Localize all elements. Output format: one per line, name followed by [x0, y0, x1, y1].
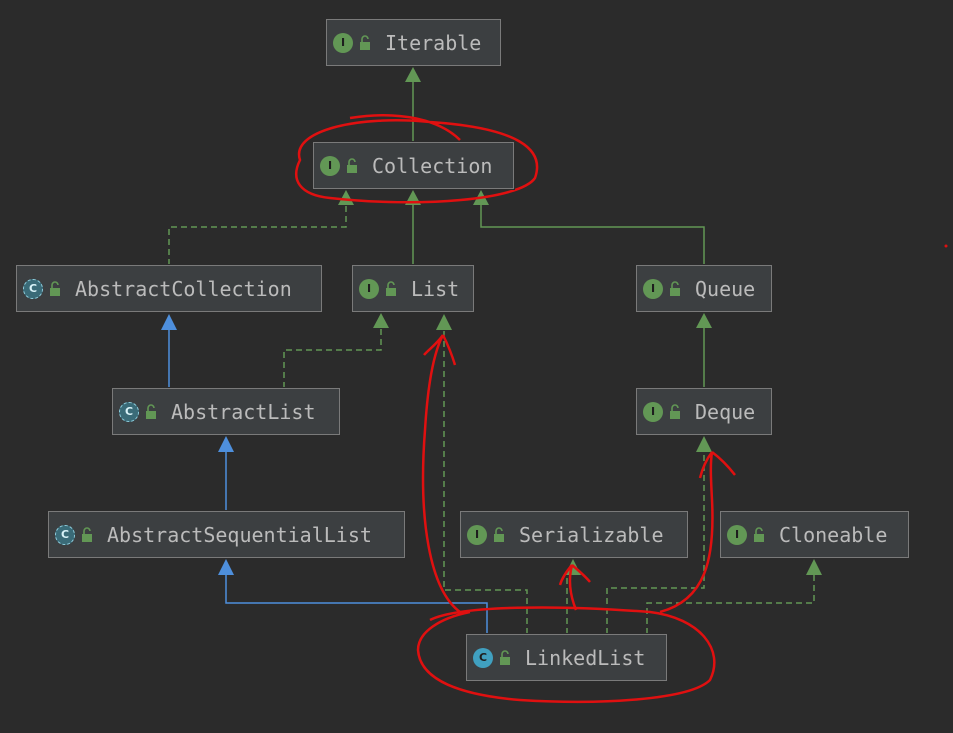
node-label: AbstractCollection [75, 276, 292, 301]
unlocked-icon [386, 280, 396, 296]
edge-abstractlist-list [283, 328, 382, 388]
interface-icon: I [727, 524, 747, 545]
node-collection[interactable]: I Collection [313, 142, 514, 189]
arrowhead-iterable [405, 67, 421, 82]
arrowhead-abstractsequentiallist [218, 559, 234, 575]
interface-icon: I [333, 32, 353, 53]
unlocked-icon [670, 280, 680, 296]
arrowhead-collection-left [338, 190, 354, 205]
node-deque[interactable]: I Deque [636, 388, 772, 435]
interface-icon: I [643, 278, 663, 299]
edges-layer [161, 67, 948, 704]
arrowhead-abstractlist [218, 436, 234, 452]
node-cloneable[interactable]: I Cloneable [720, 511, 909, 558]
node-linked-list[interactable]: C LinkedList [466, 634, 667, 681]
arrowhead-queue [696, 313, 712, 328]
interface-icon: I [359, 278, 379, 299]
unlocked-icon [82, 526, 92, 542]
unlocked-icon [670, 403, 680, 419]
node-serializable[interactable]: I Serializable [460, 511, 688, 558]
arrowhead-deque [696, 436, 712, 452]
unlocked-icon [754, 526, 764, 542]
node-list[interactable]: I List [352, 265, 474, 312]
edge-queue-collection [480, 205, 705, 265]
interface-icon: I [320, 155, 340, 176]
unlocked-icon [500, 649, 510, 665]
node-label: Deque [695, 399, 756, 424]
unlocked-icon [50, 280, 60, 296]
node-iterable[interactable]: I Iterable [326, 19, 501, 66]
node-label: LinkedList [525, 645, 646, 670]
node-label: AbstractList [171, 399, 316, 424]
unlocked-icon [146, 403, 156, 419]
node-label: List [411, 276, 460, 301]
node-label: Cloneable [779, 522, 888, 547]
arrowhead-abstractcollection [161, 314, 177, 330]
edge-linkedlist-abstractsequentiallist [225, 575, 488, 634]
node-label: AbstractSequentialList [107, 522, 372, 547]
unlocked-icon [494, 526, 504, 542]
arrowhead-list-right [436, 314, 452, 330]
unlocked-icon [347, 157, 357, 173]
abstract-class-icon: C [55, 524, 75, 545]
node-label: Queue [695, 276, 756, 301]
class-icon: C [473, 647, 493, 668]
arrowhead-cloneable [806, 559, 822, 575]
annotation-arrow-to-list [421, 334, 461, 614]
node-queue[interactable]: I Queue [636, 265, 772, 312]
edge-linkedlist-list [443, 330, 528, 634]
node-label: Iterable [385, 30, 482, 55]
annotation-dot [944, 244, 948, 248]
abstract-class-icon: C [119, 401, 139, 422]
interface-icon: I [467, 524, 487, 545]
node-abstract-collection[interactable]: C AbstractCollection [16, 265, 322, 312]
edge-linkedlist-cloneable [646, 575, 815, 634]
node-label: Collection [372, 153, 493, 178]
abstract-class-icon: C [23, 278, 43, 299]
uml-diagram: I Iterable I Collection C AbstractCollec… [0, 0, 953, 733]
interface-icon: I [643, 401, 663, 422]
unlocked-icon [360, 34, 370, 50]
node-label: Serializable [519, 522, 664, 547]
node-abstract-sequential-list[interactable]: C AbstractSequentialList [48, 511, 405, 558]
node-abstract-list[interactable]: C AbstractList [112, 388, 340, 435]
edge-abstractcollection-collection [168, 205, 347, 265]
arrowhead-list-left [373, 313, 389, 328]
